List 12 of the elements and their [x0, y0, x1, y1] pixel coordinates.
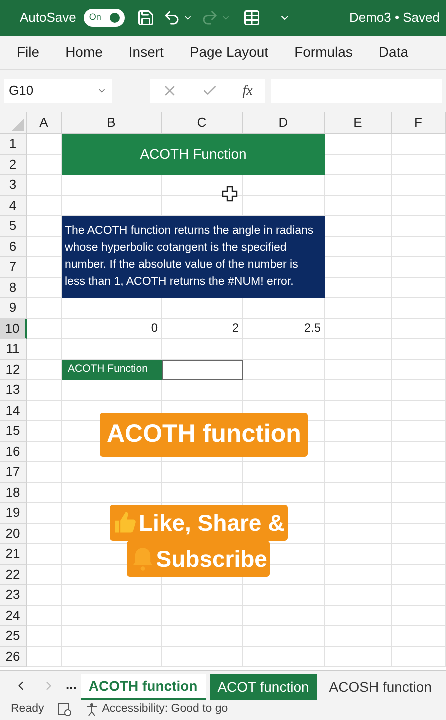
caption-toast: ACOTH function [100, 413, 308, 456]
number-cell: 0 [62, 318, 162, 339]
number-cell: 2 [162, 318, 243, 339]
call-to-action-text: Subscribe [156, 549, 268, 569]
number-cell: 2.5 [243, 318, 325, 339]
label-cell: ACOTH Function [62, 360, 162, 380]
title-cell: ACOTH Function [62, 134, 325, 175]
description-cell: The ACOTH function returns the angle in radians whose hyperbolic cotangent is the specified number. If the absolute value of the number is less than 1, ACOTH returns the #NUM! error. [62, 216, 325, 298]
call-to-action-text: Like, Share & [139, 513, 285, 533]
status-text: Ready [11, 702, 44, 718]
document-title: Demo3 • Saved [349, 9, 440, 28]
autosave-label: AutoSave [20, 9, 76, 28]
